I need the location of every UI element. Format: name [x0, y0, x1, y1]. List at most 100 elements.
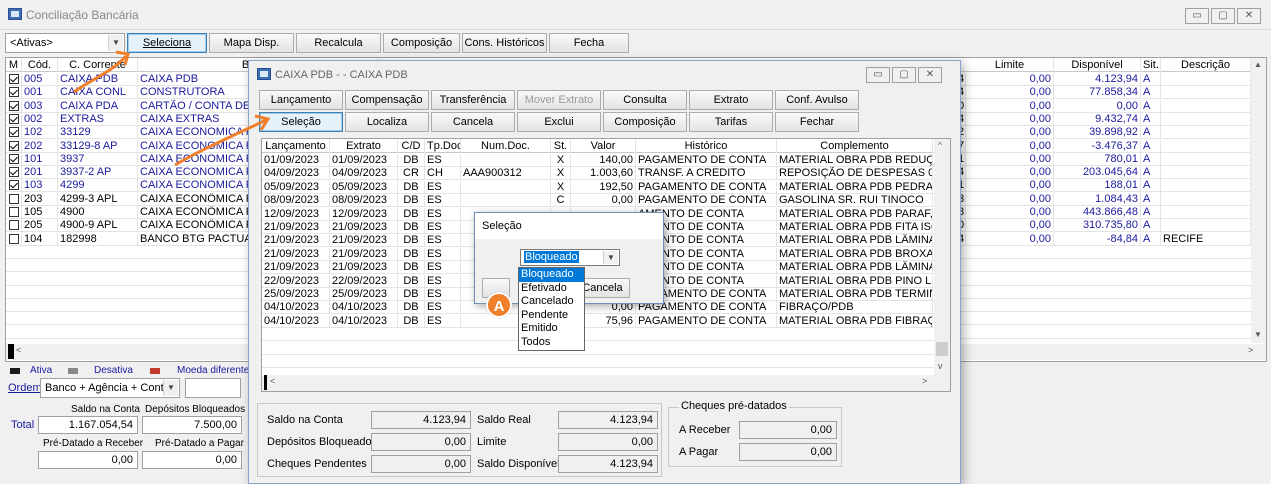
scroll-down-icon[interactable]: v [938, 361, 943, 371]
table-row[interactable]: 08/09/2023 08/09/2023 DB ES C 0,00 PAGAMENTO D… [262, 194, 950, 208]
cell-cd: DB [398, 301, 425, 315]
cell-disp: 203.045,64 [1054, 166, 1141, 180]
status-select[interactable]: Bloqueado ▼ [520, 249, 620, 266]
caixa-localiza-button[interactable]: Localiza [345, 112, 429, 132]
status-option[interactable]: Bloqueado [519, 268, 584, 282]
scroll-down-icon[interactable]: ▼ [1254, 330, 1262, 339]
scroll-right-icon[interactable]: > [1248, 345, 1253, 355]
table-row[interactable]: 04/09/2023 04/09/2023 CR CH AAA900312 X 1.003,… [262, 167, 950, 181]
caixa-conf-avulso-button[interactable]: Conf. Avulso [775, 90, 859, 110]
main-window-titlebar: Conciliação Bancária ▭ ▢ ✕ [0, 0, 1271, 30]
caixa-extrato-button[interactable]: Extrato [689, 90, 773, 110]
checkbox-icon[interactable] [8, 220, 19, 231]
row-checkbox[interactable] [6, 139, 22, 153]
row-checkbox[interactable] [6, 152, 22, 166]
sub-vertical-scrollbar[interactable]: ^ v [934, 139, 950, 375]
checkbox-icon[interactable] [8, 153, 19, 164]
row-checkbox[interactable] [6, 206, 22, 219]
checkbox-icon[interactable] [8, 127, 19, 138]
sub-horizontal-scrollbar[interactable]: < > [262, 375, 950, 391]
caixa-lancamento-button[interactable]: Lançamento [259, 90, 343, 110]
close-icon[interactable]: ✕ [918, 67, 942, 83]
scroll-thumb[interactable] [936, 342, 948, 356]
status-option[interactable]: Emitido [519, 322, 584, 336]
row-checkbox[interactable] [6, 179, 22, 193]
scroll-right-icon[interactable]: > [922, 376, 927, 386]
row-checkbox[interactable] [6, 166, 22, 180]
ordem-select[interactable]: Banco + Agência + Conta ▼ [40, 378, 180, 398]
caixa-transferencia-button[interactable]: Transferência [431, 90, 515, 110]
minimize-icon[interactable]: ▭ [1185, 8, 1209, 24]
cell-ext: 21/09/2023 [330, 247, 398, 261]
checkbox-icon[interactable] [8, 100, 19, 111]
scroll-left-icon[interactable]: < [270, 376, 275, 386]
composicao-button[interactable]: Composição [383, 33, 460, 53]
caixa-compensacao-button[interactable]: Compensação [345, 90, 429, 110]
caixa-mover-extrato-button[interactable]: Mover Extrato [517, 90, 601, 110]
status-dropdown-list[interactable]: Bloqueado Efetivado Cancelado Pendente Emiti… [518, 267, 585, 351]
row-checkbox[interactable] [6, 232, 22, 246]
caixa-fechar-button[interactable]: Fechar [775, 112, 859, 132]
scroll-thumb[interactable] [264, 375, 267, 390]
checkbox-icon[interactable] [8, 207, 19, 217]
row-checkbox[interactable] [6, 192, 22, 206]
account-filter-select[interactable]: <Ativas> ▼ [5, 33, 125, 53]
ordem-search-input[interactable] [185, 378, 241, 398]
cell-hist: PAGAMENTO DE CONTA [636, 194, 777, 208]
scroll-up-icon[interactable]: ^ [938, 141, 942, 150]
mapa-disp-button[interactable]: Mapa Disp. [209, 33, 294, 53]
maximize-icon[interactable]: ▢ [892, 67, 916, 83]
row-checkbox[interactable] [6, 99, 22, 113]
recalcula-button[interactable]: Recalcula [296, 33, 381, 53]
status-option[interactable]: Todos [519, 336, 584, 350]
seleciona-button[interactable]: Seleciona [127, 33, 207, 53]
row-checkbox[interactable] [6, 73, 22, 86]
row-checkbox[interactable] [6, 219, 22, 233]
caixa-cancela-button[interactable]: Cancela [431, 112, 515, 132]
maximize-icon[interactable]: ▢ [1211, 8, 1235, 24]
table-row[interactable]: 05/09/2023 05/09/2023 DB ES X 192,50 PAGAMENTO… [262, 180, 950, 194]
checkbox-icon[interactable] [8, 233, 19, 244]
totals-panel: Saldo na Conta Depósitos Bloqueados Tota… [5, 400, 250, 480]
checkbox-icon[interactable] [8, 140, 19, 151]
row-checkbox[interactable] [6, 86, 22, 100]
status-option[interactable]: Efetivado [519, 282, 584, 296]
caixa-tarifas-button[interactable]: Tarifas [689, 112, 773, 132]
cell-cod: 101 [22, 152, 58, 166]
saldo-panel: Saldo na Conta 4.123,94 Depósitos Bloque… [257, 403, 662, 477]
scroll-up-icon[interactable]: ▲ [1254, 60, 1262, 69]
checkbox-icon[interactable] [8, 87, 19, 98]
cell-cod: 003 [22, 99, 58, 113]
checkbox-icon[interactable] [8, 193, 19, 204]
caixa-consulta-button[interactable]: Consulta [603, 90, 687, 110]
chevron-down-icon: ▼ [108, 35, 123, 51]
checkbox-icon[interactable] [8, 113, 19, 124]
table-row[interactable]: 01/09/2023 01/09/2023 DB ES X 140,00 PAGAMENTO… [262, 154, 950, 167]
cell-sit: A [1141, 166, 1161, 180]
main-vertical-scrollbar[interactable]: ▲ ▼ [1251, 58, 1266, 343]
cell-ext: 12/09/2023 [330, 207, 398, 221]
close-icon[interactable]: ✕ [1237, 8, 1261, 24]
status-option[interactable]: Pendente [519, 309, 584, 323]
scroll-left-icon[interactable]: < [16, 345, 21, 355]
caixa-exclui-button[interactable]: Exclui [517, 112, 601, 132]
cons-historicos-button[interactable]: Cons. Históricos [462, 33, 547, 53]
button-label: Tarifas [714, 116, 748, 128]
table-row[interactable]: 04/10/2023 04/10/2023 DB ES 75,96 PAGAMENTO D… [262, 314, 950, 328]
checkbox-icon[interactable] [8, 167, 19, 178]
status-option[interactable]: Cancelado [519, 295, 584, 309]
row-checkbox[interactable] [6, 126, 22, 140]
cell-lanc: 21/09/2023 [262, 247, 330, 261]
fecha-button[interactable]: Fecha [549, 33, 629, 53]
cell-cc: CAIXA CONL [58, 86, 138, 100]
caixa-selecao-button[interactable]: Seleção [259, 112, 343, 132]
row-checkbox[interactable] [6, 112, 22, 126]
caixa-composicao-button[interactable]: Composição [603, 112, 687, 132]
checkbox-icon[interactable] [8, 180, 19, 191]
col-comp: Complemento [777, 139, 933, 153]
scroll-thumb[interactable] [8, 344, 14, 359]
button-label: Consulta [623, 94, 667, 106]
checkbox-icon[interactable] [8, 74, 19, 84]
minimize-icon[interactable]: ▭ [866, 67, 890, 83]
cell-cod: 202 [22, 139, 58, 153]
